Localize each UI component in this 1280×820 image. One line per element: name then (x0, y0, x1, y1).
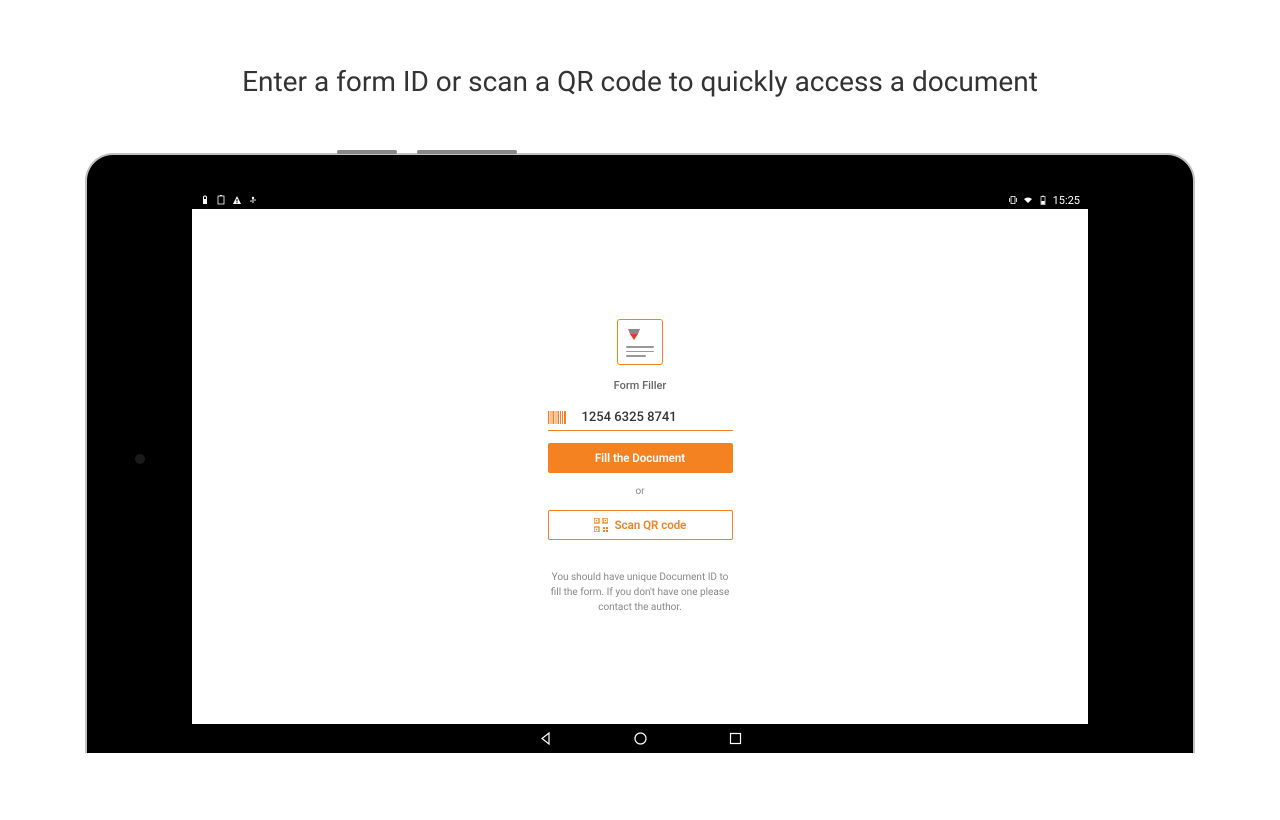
app-logo (617, 319, 663, 365)
status-bar-right: 15:25 (1008, 194, 1080, 207)
help-text: You should have unique Document ID to fi… (548, 570, 733, 615)
status-bar: 15:25 (192, 191, 1088, 209)
tablet-top-button-2 (417, 150, 517, 154)
fill-document-button[interactable]: Fill the Document (548, 443, 733, 473)
or-label: or (635, 486, 644, 497)
navigation-bar (192, 724, 1088, 753)
nav-back-icon[interactable] (538, 731, 553, 746)
wifi-icon (1023, 195, 1033, 205)
lock-icon (200, 195, 210, 205)
status-time: 15:25 (1053, 194, 1080, 207)
app-name-label: Form Filler (614, 379, 667, 392)
status-bar-left (200, 195, 258, 205)
barcode-icon (548, 411, 566, 424)
tablet-camera (135, 454, 145, 464)
form-id-input[interactable] (582, 410, 733, 425)
tablet-frame: 15:25 Form Filler (85, 153, 1195, 753)
battery-level-icon (1038, 195, 1048, 205)
scan-qr-button[interactable]: Scan QR code (548, 510, 733, 540)
tablet-top-button-1 (337, 150, 397, 154)
tablet-screen: 15:25 Form Filler (192, 191, 1088, 753)
page-title: Enter a form ID or scan a QR code to qui… (0, 65, 1280, 98)
app-content: Form Filler Fill the Document or (192, 209, 1088, 724)
battery-icon (216, 195, 226, 205)
nav-recent-icon[interactable] (728, 731, 743, 746)
app-logo-icon (626, 327, 642, 343)
usb-icon (248, 195, 258, 205)
form-id-input-row[interactable] (548, 410, 733, 431)
app-logo-lines (626, 346, 654, 357)
scan-qr-label: Scan QR code (615, 518, 687, 532)
qr-icon (594, 518, 608, 532)
warning-icon (232, 195, 242, 205)
vibrate-icon (1008, 195, 1018, 205)
nav-home-icon[interactable] (633, 731, 648, 746)
